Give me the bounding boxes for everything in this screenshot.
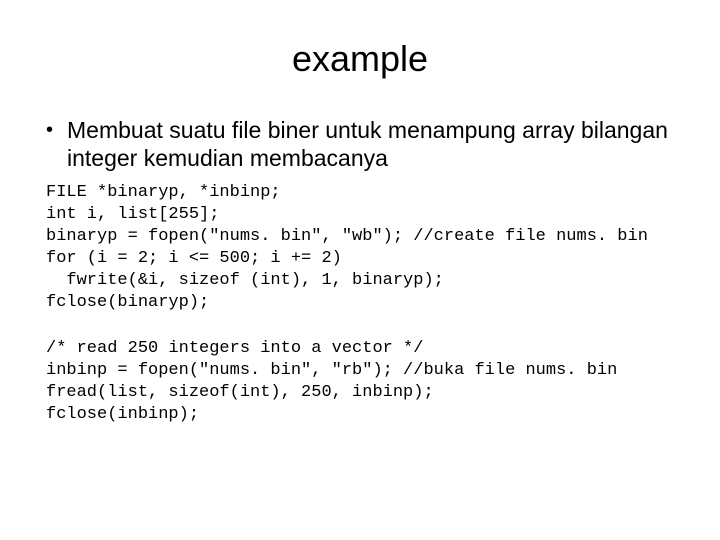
bullet-text: Membuat suatu file biner untuk menampung… xyxy=(67,116,680,172)
bullet-dot: • xyxy=(46,116,53,144)
bullet-item: • Membuat suatu file biner untuk menampu… xyxy=(40,116,680,172)
code-block-1: FILE *binaryp, *inbinp; int i, list[255]… xyxy=(46,182,680,314)
slide-title: example xyxy=(40,38,680,80)
code-block-2: /* read 250 integers into a vector */ in… xyxy=(46,338,680,426)
